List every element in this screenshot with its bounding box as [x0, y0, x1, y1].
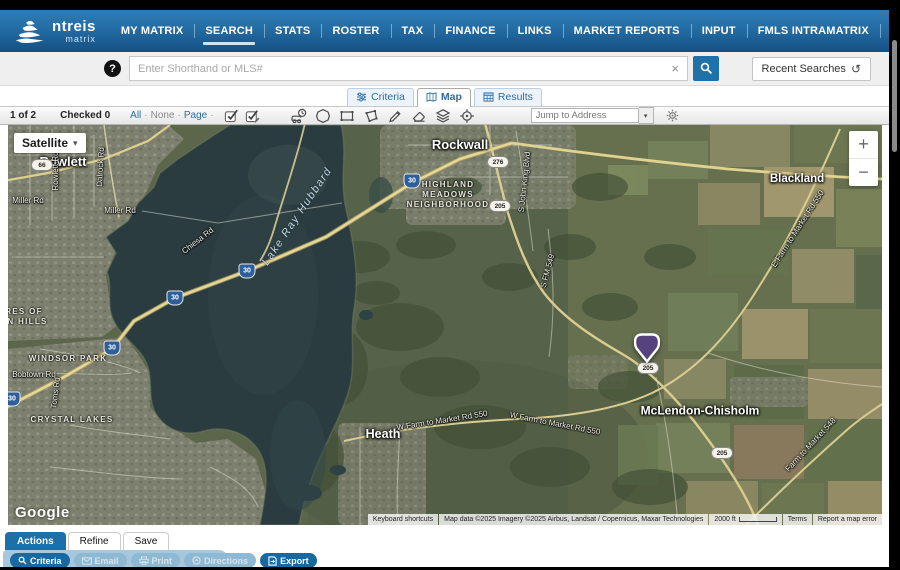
- map-draw-tools: [290, 108, 475, 124]
- nav-item-finance[interactable]: FINANCE: [434, 10, 506, 52]
- listing-map-marker[interactable]: [634, 333, 660, 363]
- nav-menu: MY MATRIXSEARCHSTATSROSTERTAXFINANCELINK…: [110, 10, 889, 52]
- terms-link[interactable]: Terms: [783, 514, 812, 525]
- tab-criteria[interactable]: Criteria: [347, 88, 414, 106]
- export-icon: [268, 556, 277, 566]
- button-label: Print: [152, 556, 173, 566]
- map-type-control[interactable]: Satellite ▾: [14, 133, 86, 153]
- view-tabs: Criteria Map Results: [0, 86, 889, 106]
- nav-item-links[interactable]: LINKS: [507, 10, 563, 52]
- drive-time-icon[interactable]: [290, 108, 307, 124]
- nav-item-my-matrix[interactable]: MY MATRIX: [110, 10, 195, 52]
- top-navigation-bar: ntreis matrix MY MATRIXSEARCHSTATSROSTER…: [0, 10, 889, 52]
- separator-dot: ·: [144, 110, 147, 121]
- report-map-error-link[interactable]: Report a map error: [813, 514, 882, 525]
- radius-icon[interactable]: [315, 108, 331, 124]
- action-tab-actions[interactable]: Actions: [5, 532, 66, 550]
- map-canvas[interactable]: RowlettRockwallBlacklandHeathMcLendon-Ch…: [8, 125, 882, 525]
- logo-secondary-text: matrix: [52, 35, 96, 44]
- button-label: Email: [95, 556, 119, 566]
- criteria-button[interactable]: Criteria: [10, 553, 70, 567]
- help-icon[interactable]: ?: [104, 60, 121, 77]
- check-all-icon[interactable]: [245, 108, 260, 123]
- tab-results[interactable]: Results: [474, 88, 542, 106]
- map-attribution: Keyboard shortcuts Map data ©2025 Imager…: [367, 514, 882, 525]
- button-label: Directions: [204, 556, 248, 566]
- nav-item-omni[interactable]: OMNI: [880, 10, 889, 52]
- map-data-text: Map data ©2025 Imagery ©2025 Airbus, Lan…: [439, 514, 708, 525]
- zoom-control: + −: [849, 131, 878, 186]
- search-input[interactable]: [136, 62, 669, 76]
- tab-map[interactable]: Map: [417, 88, 471, 107]
- separator-dot: ·: [210, 110, 213, 121]
- polygon-icon[interactable]: [363, 108, 379, 124]
- action-tab-save[interactable]: Save: [123, 532, 170, 550]
- select-none-link[interactable]: None: [151, 110, 175, 121]
- action-tabs: ActionsRefineSave: [3, 532, 185, 550]
- scale-text: 2000 ft: [714, 516, 735, 523]
- satellite-imagery: [8, 125, 882, 525]
- map-scale: 2000 ft: [709, 514, 781, 525]
- nav-item-roster[interactable]: ROSTER: [321, 10, 390, 52]
- nav-item-tax[interactable]: TAX: [391, 10, 435, 52]
- search-icon: [700, 62, 713, 75]
- rectangle-icon[interactable]: [339, 108, 355, 124]
- button-label: Export: [280, 556, 309, 566]
- jump-to-address-input[interactable]: [531, 108, 639, 123]
- logo-primary-text: ntreis: [52, 19, 96, 34]
- draw-icon[interactable]: [387, 108, 403, 124]
- scale-bar: [739, 517, 777, 522]
- jump-dropdown-button[interactable]: ▾: [639, 107, 654, 124]
- checked-count: Checked 0: [60, 110, 110, 121]
- keyboard-shortcuts-link[interactable]: Keyboard shortcuts: [368, 514, 438, 525]
- nav-item-stats[interactable]: STATS: [264, 10, 321, 52]
- map-settings-gear-icon[interactable]: [666, 109, 679, 122]
- layers-icon[interactable]: [435, 108, 451, 124]
- separator-dot: ·: [178, 110, 181, 121]
- map-toolbar: 1 of 2 Checked 0 All·None·Page· ▾: [0, 106, 889, 125]
- nav-item-market-reports[interactable]: MARKET REPORTS: [563, 10, 691, 52]
- export-button[interactable]: Export: [260, 553, 317, 567]
- search-button[interactable]: [693, 56, 719, 81]
- print-button[interactable]: Print: [131, 553, 181, 567]
- directions-icon: [192, 556, 201, 565]
- page-position: 1 of 2: [10, 110, 36, 121]
- zoom-in-button[interactable]: +: [849, 131, 878, 159]
- select-all-link[interactable]: All: [130, 110, 141, 121]
- map-type-label: Satellite: [22, 136, 68, 150]
- ntreis-matrix-logo[interactable]: ntreis matrix: [14, 18, 96, 44]
- action-tab-refine[interactable]: Refine: [68, 532, 121, 550]
- locate-icon[interactable]: [459, 108, 475, 124]
- chevron-down-icon: ▾: [73, 138, 78, 149]
- email-icon: [82, 557, 92, 565]
- search-icon: [18, 556, 27, 565]
- search-box: ×: [129, 56, 688, 81]
- scrollbar-thumb[interactable]: [892, 40, 897, 152]
- check-page-icon[interactable]: [224, 108, 239, 123]
- eraser-icon[interactable]: [411, 108, 427, 124]
- history-icon: ↺: [851, 62, 861, 76]
- tab-label: Map: [441, 91, 462, 103]
- button-label: Criteria: [30, 556, 62, 566]
- action-button-bar: CriteriaEmailPrintDirectionsExport: [3, 550, 229, 567]
- nav-item-input[interactable]: INPUT: [691, 10, 747, 52]
- clear-search-icon[interactable]: ×: [669, 61, 681, 76]
- zoom-out-button[interactable]: −: [849, 159, 878, 186]
- print-icon: [139, 556, 149, 565]
- nav-item-search[interactable]: SEARCH: [194, 10, 264, 52]
- select-page-link[interactable]: Page: [184, 110, 207, 121]
- matrix-app-window: ntreis matrix MY MATRIXSEARCHSTATSROSTER…: [0, 10, 889, 567]
- email-button[interactable]: Email: [74, 553, 127, 567]
- selection-links: All·None·Page·: [130, 110, 213, 121]
- tab-label: Results: [498, 91, 533, 103]
- jump-to-address-group: ▾: [531, 107, 654, 124]
- tab-label: Criteria: [371, 91, 405, 103]
- logo-icon: [14, 18, 46, 44]
- nav-item-fmls-intramatrix[interactable]: FMLS INTRAMATRIX: [747, 10, 880, 52]
- actions-panel: ActionsRefineSave Criteria Email Print Dire…: [0, 525, 889, 567]
- recent-searches-button[interactable]: Recent Searches ↺: [752, 57, 871, 81]
- directions-button[interactable]: Directions: [184, 553, 256, 567]
- recent-searches-label: Recent Searches: [762, 63, 846, 75]
- speed-bar: ? × Recent Searches ↺: [0, 52, 889, 86]
